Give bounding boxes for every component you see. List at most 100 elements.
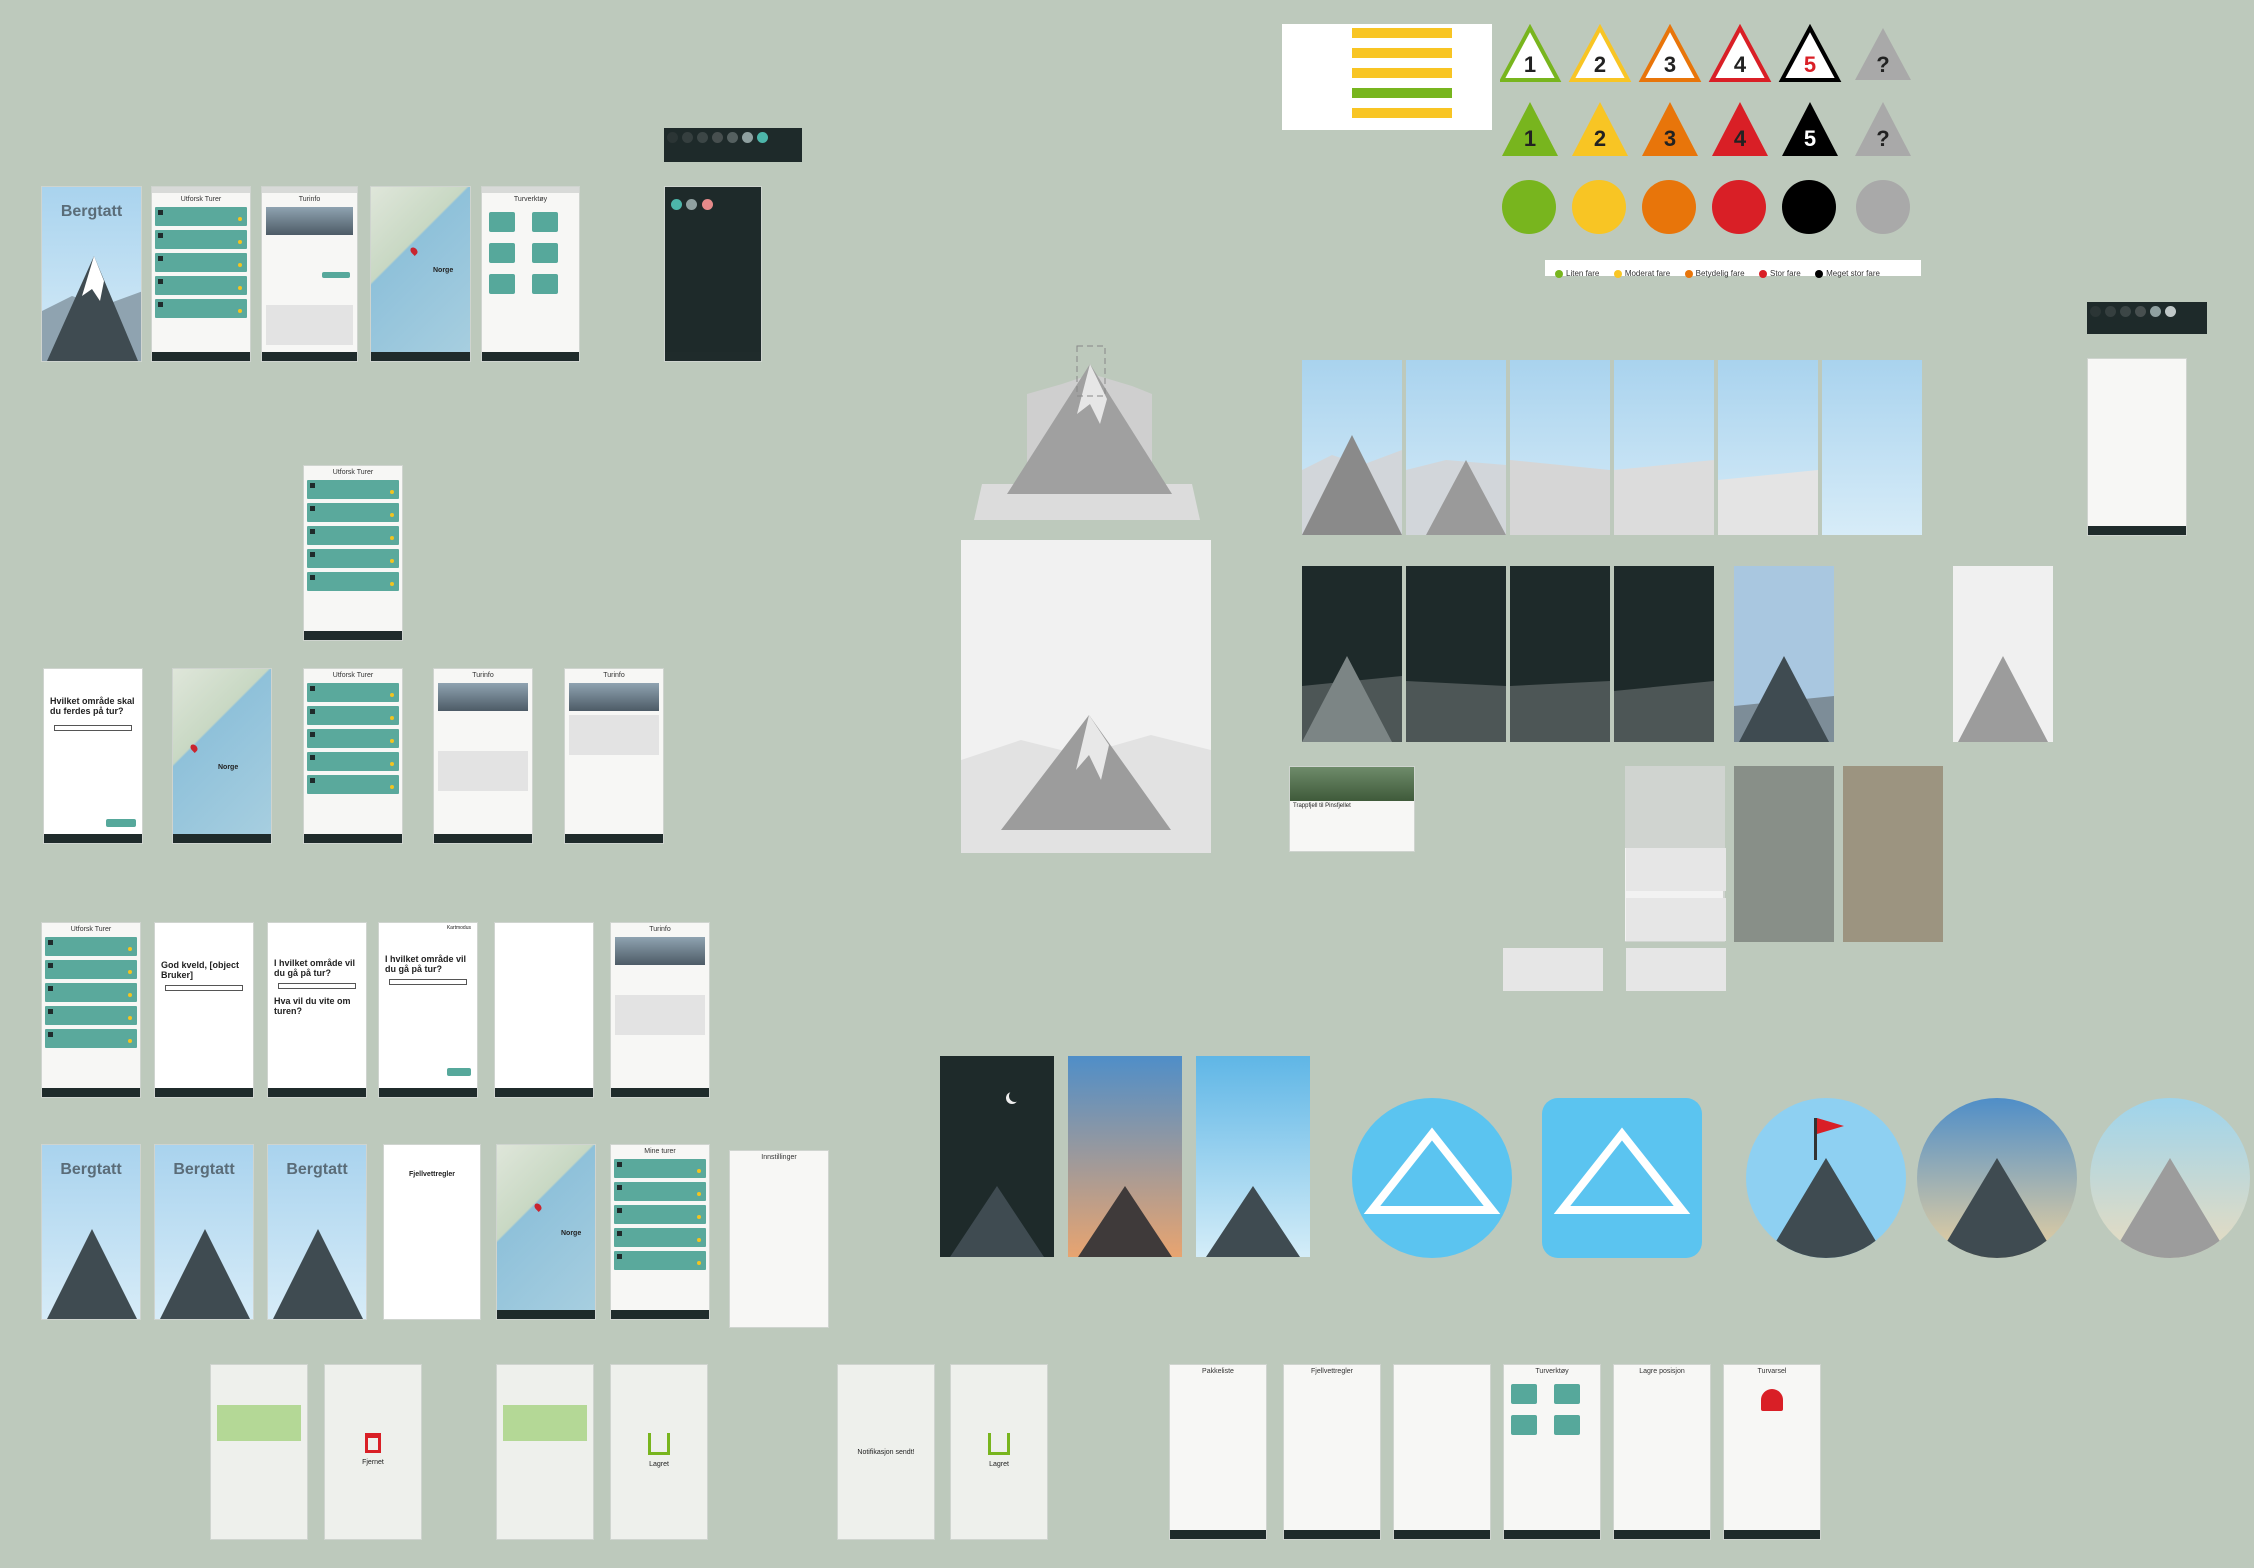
bottom-nav[interactable] (304, 834, 402, 843)
tool-button[interactable] (489, 212, 515, 232)
tool-button[interactable] (489, 243, 515, 263)
list-item[interactable] (155, 276, 247, 295)
screen-title: Fjellvettregler (1310, 1368, 1353, 1375)
bottom-nav[interactable] (44, 834, 142, 843)
screen-title: Turinfo (298, 196, 321, 203)
notification-popup-1 (210, 1364, 308, 1540)
tool-button[interactable] (532, 212, 558, 232)
tour-photo (615, 937, 705, 965)
list-item[interactable] (155, 207, 247, 226)
bottom-nav[interactable] (565, 834, 663, 843)
color-palette-strip (664, 128, 802, 162)
list-item[interactable] (307, 526, 399, 545)
list-item[interactable] (307, 572, 399, 591)
danger-level-4-filled: 4 (1733, 126, 1747, 151)
area-input[interactable] (389, 978, 467, 985)
tool-button[interactable] (532, 274, 558, 294)
bottom-nav[interactable] (611, 1088, 709, 1097)
background-night-2 (1406, 566, 1506, 742)
farevarsel-card[interactable]: Trappfjell til Pinsfjellet (1289, 766, 1415, 852)
bottom-nav[interactable] (304, 631, 402, 640)
palette-screen (2087, 358, 2187, 536)
description-box (569, 715, 659, 755)
list-item[interactable] (155, 299, 247, 318)
list-item[interactable] (45, 983, 137, 1002)
bottom-nav[interactable] (371, 352, 470, 361)
fjellvettregler-screen-2: Fjellvettregler (1283, 1364, 1381, 1540)
danger-circle-5 (1782, 180, 1836, 234)
bottom-nav[interactable] (1394, 1530, 1490, 1539)
list-item[interactable] (45, 1006, 137, 1025)
list-item[interactable] (614, 1228, 706, 1247)
map-pin-icon[interactable] (189, 743, 199, 753)
download-icon (648, 1433, 670, 1455)
bottom-nav[interactable] (611, 1310, 709, 1319)
list-item[interactable] (155, 253, 247, 272)
list-item[interactable] (307, 706, 399, 725)
bottom-nav[interactable] (1614, 1530, 1710, 1539)
list-item[interactable] (307, 503, 399, 522)
bottom-nav[interactable] (495, 1088, 593, 1097)
bottom-nav[interactable] (173, 834, 271, 843)
hvilket-omrade-screen: Hvilket område skal du ferdes på tur? (43, 668, 143, 844)
list-item[interactable] (307, 729, 399, 748)
list-item[interactable] (45, 937, 137, 956)
app-icon-round (1352, 1098, 1512, 1258)
screen-title: Pakkeliste (1202, 1368, 1234, 1375)
layer-tile-2 (1734, 766, 1834, 942)
app-title: Bergtatt (286, 1161, 348, 1178)
list-item[interactable] (307, 752, 399, 771)
lagre-posisjon-screen: Lagre posisjon (1613, 1364, 1711, 1540)
tool-button[interactable] (1554, 1415, 1580, 1435)
tool-button[interactable] (1511, 1384, 1537, 1404)
action-button[interactable] (322, 272, 350, 278)
background-day-6 (1822, 360, 1922, 535)
map-pin-icon[interactable] (409, 246, 419, 256)
list-item[interactable] (614, 1251, 706, 1270)
kartmodus-link[interactable]: Kartmodus (379, 923, 477, 933)
list-item[interactable] (614, 1182, 706, 1201)
danger-level-1: 1 (1523, 52, 1537, 77)
bottom-nav[interactable] (379, 1088, 477, 1097)
splash-screen-4: Bergtatt (267, 1144, 367, 1320)
list-item[interactable] (307, 775, 399, 794)
tool-button[interactable] (532, 243, 558, 263)
bottom-nav[interactable] (262, 352, 357, 361)
tour-photo (569, 683, 659, 711)
search-input[interactable] (54, 724, 132, 731)
bottom-nav[interactable] (665, 352, 761, 361)
list-item[interactable] (307, 683, 399, 702)
tool-button[interactable] (489, 274, 515, 294)
list-item[interactable] (307, 549, 399, 568)
list-item[interactable] (45, 960, 137, 979)
bottom-nav[interactable] (1504, 1530, 1600, 1539)
screen-title: Turvarsel (1757, 1368, 1787, 1375)
bottom-nav[interactable] (497, 1310, 595, 1319)
tool-button[interactable] (1511, 1415, 1537, 1435)
list-item[interactable] (614, 1159, 706, 1178)
bottom-nav[interactable] (155, 1088, 253, 1097)
bottom-nav[interactable] (1724, 1530, 1820, 1539)
map-pin-icon[interactable] (533, 1202, 543, 1212)
map-label: Norge (433, 267, 454, 274)
bottom-nav[interactable] (268, 1088, 366, 1097)
bottom-nav[interactable] (1284, 1530, 1380, 1539)
bottom-nav[interactable] (1170, 1530, 1266, 1539)
color-palette-strip-right (2087, 302, 2207, 334)
continue-button[interactable] (106, 819, 136, 827)
bottom-nav[interactable] (152, 352, 250, 361)
bottom-nav[interactable] (2088, 526, 2186, 535)
bottom-nav[interactable] (434, 834, 532, 843)
bottom-nav[interactable] (42, 1088, 140, 1097)
list-item[interactable] (307, 480, 399, 499)
legend-item: Stor fare (1759, 269, 1801, 278)
bottom-nav[interactable] (482, 352, 579, 361)
area-input[interactable] (278, 982, 356, 989)
tool-button[interactable] (1554, 1384, 1580, 1404)
continue-button[interactable] (447, 1068, 471, 1076)
list-item[interactable] (155, 230, 247, 249)
list-item[interactable] (614, 1205, 706, 1224)
name-input[interactable] (165, 984, 243, 991)
list-item[interactable] (45, 1029, 137, 1048)
turinfo-screen-1: Turinfo (261, 186, 358, 362)
